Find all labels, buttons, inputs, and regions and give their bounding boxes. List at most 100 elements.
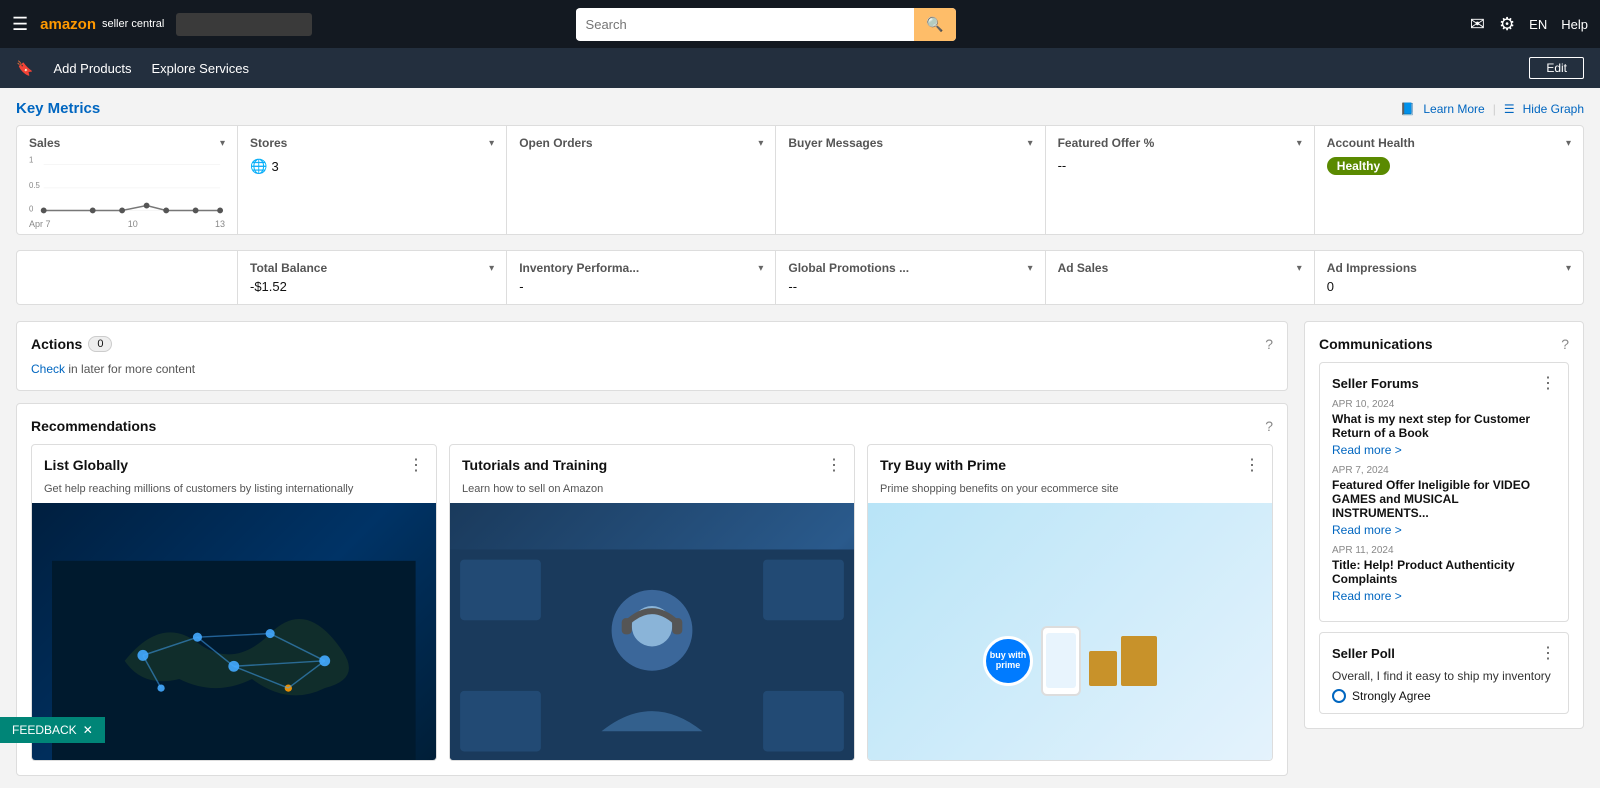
forum-item-title-0: What is my next step for Customer Return… [1332,412,1556,440]
recommendations-panel-header: Recommendations ? [31,418,1273,434]
explore-services-link[interactable]: Explore Services [151,61,249,76]
account-health-dropdown[interactable]: ▾ [1566,138,1571,149]
featured-offer-dropdown[interactable]: ▾ [1297,138,1302,149]
phone-screen [1046,633,1076,688]
svg-text:1: 1 [29,155,33,164]
nav-input-container [176,13,312,36]
global-promotions-card: Global Promotions ... ▾ -- [776,251,1044,304]
communications-panel: Communications ? Seller Forums ⋮ APR 10,… [1304,321,1584,729]
mail-icon[interactable]: ✉ [1470,14,1485,35]
stores-label: Stores [250,136,287,150]
feedback-bar[interactable]: FEEDBACK ✕ [0,717,105,743]
open-orders-dropdown[interactable]: ▾ [758,138,763,149]
rec-card-list-globally-menu[interactable]: ⋮ [408,455,424,475]
rec-card-tutorials-menu[interactable]: ⋮ [826,455,842,475]
hide-graph-link[interactable]: Hide Graph [1523,102,1584,116]
featured-offer-value: -- [1058,158,1067,173]
seller-forums-header: Seller Forums ⋮ [1332,373,1556,393]
rec-card-tutorials-title: Tutorials and Training [462,457,607,473]
bottom-section: Actions 0 ? Check in later for more cont… [16,321,1584,776]
seller-poll-menu[interactable]: ⋮ [1540,643,1556,663]
communications-help-icon[interactable]: ? [1561,336,1569,352]
search-input[interactable] [576,9,915,40]
search-button[interactable]: 🔍 [914,8,955,41]
left-column: Actions 0 ? Check in later for more cont… [16,321,1288,776]
recommendations-grid: List Globally ⋮ Get help reaching millio… [31,444,1273,761]
globe-icon: 🌐 [250,158,267,175]
help-link[interactable]: Help [1561,17,1588,32]
seller-poll-header: Seller Poll ⋮ [1332,643,1556,663]
rec-card-prime-menu[interactable]: ⋮ [1244,455,1260,475]
rec-card-prime-title: Try Buy with Prime [880,457,1006,473]
sales-dropdown[interactable]: ▾ [220,138,225,149]
right-column: Communications ? Seller Forums ⋮ APR 10,… [1304,321,1584,776]
stores-value: 3 [271,159,278,174]
seller-poll-card: Seller Poll ⋮ Overall, I find it easy to… [1319,632,1569,714]
forum-read-more-0[interactable]: Read more > [1332,443,1402,457]
recommendations-help-icon[interactable]: ? [1265,418,1273,434]
km-links: 📘 Learn More | ☰ Hide Graph [1400,102,1584,116]
search-bar: 🔍 [576,8,956,41]
feedback-close-icon[interactable]: ✕ [83,723,93,737]
actions-panel: Actions 0 ? Check in later for more cont… [16,321,1288,391]
ad-sales-label: Ad Sales [1058,261,1109,275]
nav-input[interactable] [184,18,304,32]
spacer-card [17,251,237,304]
poll-option-strongly-agree[interactable]: Strongly Agree [1332,689,1556,703]
inventory-performance-label: Inventory Performa... [519,261,639,275]
actions-help-icon[interactable]: ? [1265,336,1273,352]
language-selector[interactable]: EN [1529,17,1547,32]
forum-date-2: APR 11, 2024 [1332,545,1556,556]
forum-item-title-1: Featured Offer Ineligible for VIDEO GAME… [1332,478,1556,520]
rec-card-tutorials: Tutorials and Training ⋮ Learn how to se… [449,444,855,761]
inventory-performance-dropdown[interactable]: ▾ [758,263,763,274]
add-products-link[interactable]: Add Products [53,61,131,76]
rec-card-tutorials-header: Tutorials and Training ⋮ [450,445,854,479]
forum-item-0: APR 10, 2024 What is my next step for Cu… [1332,399,1556,457]
poll-question: Overall, I find it easy to ship my inven… [1332,669,1556,683]
top-nav: ☰ amazon seller central 🔍 ✉ ⚙ EN Help [0,0,1600,48]
forum-read-more-2[interactable]: Read more > [1332,589,1402,603]
buyer-messages-dropdown[interactable]: ▾ [1028,138,1033,149]
total-balance-value: -$1.52 [250,279,287,294]
global-promotions-label: Global Promotions ... [788,261,909,275]
settings-icon[interactable]: ⚙ [1499,14,1515,35]
seller-forums-menu[interactable]: ⋮ [1540,373,1556,393]
chart-label-apr7: Apr 7 [29,219,51,229]
sales-card: Sales ▾ 1 0.5 0 [17,126,237,234]
forum-read-more-1[interactable]: Read more > [1332,523,1402,537]
global-promotions-dropdown[interactable]: ▾ [1028,263,1033,274]
ad-impressions-dropdown[interactable]: ▾ [1566,263,1571,274]
forum-item-2: APR 11, 2024 Title: Help! Product Authen… [1332,545,1556,603]
check-link[interactable]: Check [31,362,65,376]
forum-date-0: APR 10, 2024 [1332,399,1556,410]
total-balance-dropdown[interactable]: ▾ [489,263,494,274]
account-health-label: Account Health [1327,136,1415,150]
metrics-grid-row2: Total Balance ▾ -$1.52 Inventory Perform… [16,250,1584,305]
poll-option-label: Strongly Agree [1352,689,1431,703]
global-promotions-value: -- [788,279,797,294]
actions-title: Actions [31,336,82,352]
rec-card-list-globally: List Globally ⋮ Get help reaching millio… [31,444,437,761]
learn-more-link[interactable]: Learn More [1423,102,1484,116]
ad-sales-dropdown[interactable]: ▾ [1297,263,1302,274]
forum-date-1: APR 7, 2024 [1332,465,1556,476]
main-content: Key Metrics 📘 Learn More | ☰ Hide Graph … [0,88,1600,788]
svg-text:0.5: 0.5 [29,181,41,190]
second-nav: 🔖 Add Products Explore Services Edit [0,48,1600,88]
metrics-grid: Sales ▾ 1 0.5 0 [16,125,1584,235]
rec-card-prime: Try Buy with Prime ⋮ Prime shopping bene… [867,444,1273,761]
ad-impressions-card: Ad Impressions ▾ 0 [1315,251,1583,304]
edit-button[interactable]: Edit [1529,57,1584,79]
rec-card-prime-header: Try Buy with Prime ⋮ [868,445,1272,479]
box-group [1089,636,1157,686]
nav-right: ✉ ⚙ EN Help [1470,14,1588,35]
mini-chart: 1 0.5 0 Apr 7 10 [29,154,225,224]
menu-icon[interactable]: ☰ [12,14,28,35]
check-in-suffix: in later for more content [65,362,195,376]
radio-strongly-agree[interactable] [1332,689,1346,703]
sales-label: Sales [29,136,60,150]
phone-mockup [1041,626,1081,696]
km-divider: | [1493,102,1496,116]
stores-dropdown[interactable]: ▾ [489,138,494,149]
